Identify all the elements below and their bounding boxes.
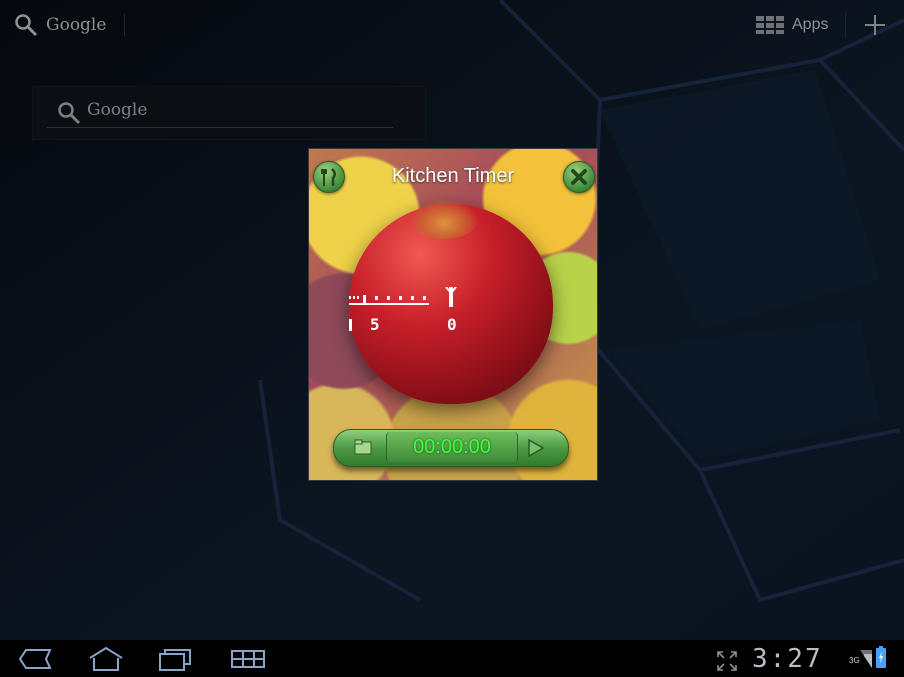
- search-icon: [15, 14, 38, 37]
- cutlery-icon: [321, 168, 336, 186]
- recent-apps-icon[interactable]: [156, 646, 194, 672]
- apple-highlight: [409, 199, 479, 239]
- top-divider: [124, 14, 125, 36]
- play-icon[interactable]: [526, 438, 546, 458]
- close-button[interactable]: [563, 161, 595, 193]
- menu-icon[interactable]: [228, 646, 268, 672]
- dial-label-5: 5: [370, 315, 380, 334]
- fullscreen-icon[interactable]: [716, 648, 738, 674]
- home-icon[interactable]: [86, 646, 126, 672]
- google-widget-label: Google: [87, 100, 148, 120]
- folder-icon[interactable]: [354, 438, 372, 456]
- search-icon: [58, 102, 81, 125]
- kitchen-timer-widget[interactable]: 5 0 Kitchen Timer 00:00:00: [308, 148, 598, 481]
- top-search-label: Google: [46, 15, 107, 35]
- widget-title: Kitchen Timer: [391, 165, 515, 187]
- google-search-widget[interactable]: Google: [32, 86, 426, 140]
- google-search-field[interactable]: Google: [47, 95, 393, 128]
- timer-display[interactable]: 00:00:00: [386, 432, 518, 462]
- apps-button[interactable]: Apps: [756, 12, 828, 38]
- timer-controls: 00:00:00: [333, 429, 569, 467]
- apps-label: Apps: [792, 16, 829, 33]
- signal-icon: [860, 650, 872, 668]
- add-icon[interactable]: [862, 12, 888, 38]
- top-google-search[interactable]: Google: [14, 10, 106, 40]
- status-clock: 3:27: [752, 644, 823, 674]
- apps-divider: [845, 12, 846, 38]
- back-icon[interactable]: [16, 646, 54, 672]
- dial-label-0: 0: [447, 315, 457, 334]
- system-bar: 3:27 3G: [0, 640, 904, 677]
- close-icon: [571, 169, 587, 185]
- battery-icon: [876, 646, 886, 668]
- apps-grid-icon: [756, 16, 784, 34]
- network-type: 3G: [849, 656, 860, 665]
- settings-button[interactable]: [313, 161, 345, 193]
